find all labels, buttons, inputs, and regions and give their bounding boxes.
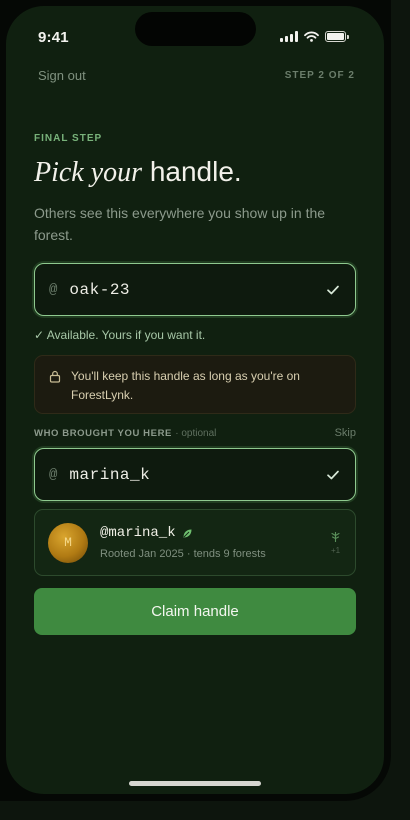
wifi-icon	[304, 31, 319, 42]
handle-field[interactable]: @	[34, 263, 356, 316]
lock-icon	[49, 370, 61, 383]
at-prefix: @	[49, 281, 58, 298]
sprout-badge: +1	[329, 530, 342, 555]
page-title: Pick your handle.	[34, 154, 242, 191]
sprout-count: +1	[330, 546, 341, 555]
top-bar: Sign out STEP 2 OF 2	[38, 68, 355, 83]
notice-text: You'll keep this handle as long as you'r…	[71, 369, 300, 402]
referrer-info: @marina_k Rooted Jan 2025 · tends 9 fore…	[100, 525, 329, 560]
status-icons	[280, 31, 349, 42]
referrer-card[interactable]: M @marina_k Rooted Jan 2025 · tends 9 fo…	[34, 509, 356, 576]
title-rest: handle.	[149, 156, 242, 187]
check-icon	[327, 470, 339, 479]
app-screen: 9:41 Sign out STEP 2 OF 2 FINAL STEP Pic…	[6, 6, 384, 794]
phone-frame: 9:41 Sign out STEP 2 OF 2 FINAL STEP Pic…	[0, 0, 391, 801]
at-prefix: @	[49, 466, 58, 483]
availability-message: ✓ Available. Yours if you want it.	[34, 328, 206, 342]
referral-input[interactable]	[69, 465, 325, 484]
referral-field[interactable]: @	[34, 448, 356, 501]
check-icon	[327, 285, 339, 294]
page-subtitle: Others see this everywhere you show up i…	[34, 205, 326, 243]
avatar: M	[48, 522, 88, 563]
dynamic-island	[135, 12, 256, 46]
sign-out-link[interactable]: Sign out	[38, 68, 86, 83]
skip-button[interactable]: Skip	[335, 427, 356, 439]
signal-icon	[280, 31, 298, 42]
status-time: 9:41	[38, 29, 69, 46]
claim-handle-button[interactable]: Claim handle	[34, 588, 356, 635]
home-indicator	[129, 781, 261, 786]
sprout-icon	[331, 532, 340, 542]
handle-notice: You'll keep this handle as long as you'r…	[34, 355, 356, 414]
referral-header: WHO BROUGHT YOU HERE · optional Skip	[34, 427, 356, 439]
referral-label: WHO BROUGHT YOU HERE · optional	[34, 428, 216, 439]
referrer-handle: @marina_k	[100, 525, 176, 541]
step-indicator: STEP 2 OF 2	[284, 70, 355, 81]
handle-input[interactable]	[69, 280, 325, 299]
referrer-meta: Rooted Jan 2025 · tends 9 forests	[100, 548, 266, 560]
referral-label-text: WHO BROUGHT YOU HERE	[34, 428, 172, 439]
eyebrow-label: FINAL STEP	[34, 133, 103, 144]
referral-optional: · optional	[175, 428, 217, 439]
referrer-name-row: @marina_k	[100, 525, 329, 541]
battery-icon	[325, 31, 349, 42]
title-italic: Pick your	[34, 157, 143, 188]
leaf-icon	[183, 529, 192, 537]
